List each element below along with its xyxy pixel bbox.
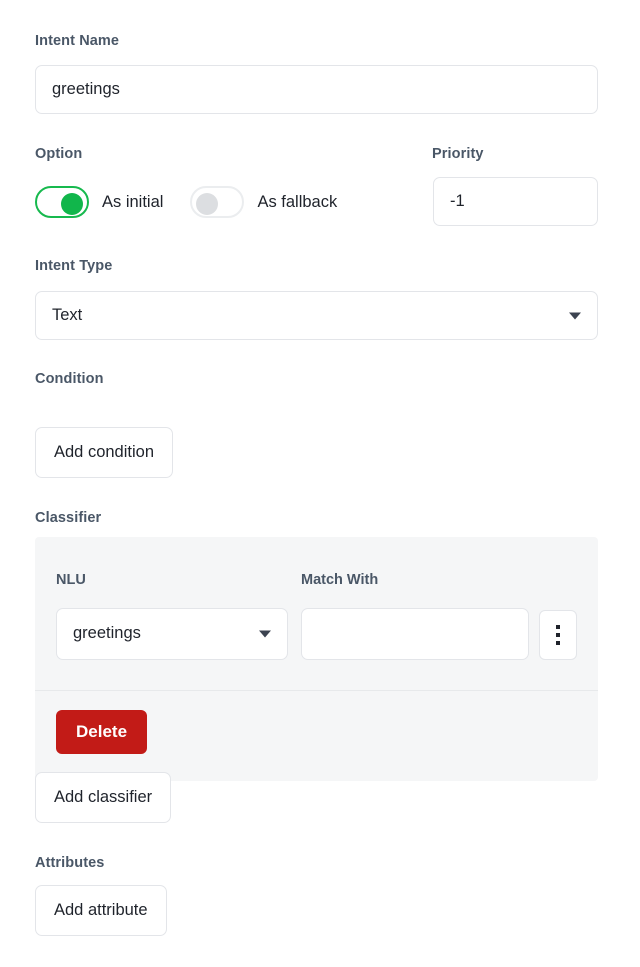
- classifier-row: NLU greetings Match With: [35, 537, 598, 690]
- match-with-label: Match With: [301, 572, 379, 588]
- nlu-select[interactable]: greetings: [56, 607, 288, 660]
- classifier-panel: NLU greetings Match With Delete: [35, 537, 598, 781]
- as-initial-label: As initial: [102, 192, 164, 211]
- add-attribute-button[interactable]: Add attribute: [35, 885, 167, 936]
- match-with-input[interactable]: [301, 607, 529, 660]
- intent-name-label: Intent Name: [35, 33, 120, 49]
- match-with-column: Match With: [301, 573, 577, 660]
- add-condition-button[interactable]: Add condition: [35, 427, 173, 478]
- classifier-actions: Delete: [35, 691, 598, 781]
- toggle-knob: [196, 193, 219, 215]
- chevron-down-icon: [569, 312, 581, 319]
- kebab-dot: [556, 632, 560, 637]
- option-label: Option: [35, 146, 83, 162]
- priority-input[interactable]: -1: [433, 177, 598, 226]
- intent-type-label: Intent Type: [35, 258, 113, 274]
- kebab-dot: [556, 624, 560, 629]
- kebab-dot: [556, 640, 560, 645]
- classifier-label: Classifier: [35, 510, 102, 526]
- option-toggle-row: As initial As fallback: [35, 186, 337, 218]
- as-fallback-toggle[interactable]: [190, 186, 245, 218]
- intent-configuration-form: Intent Name greetings Option Priority As…: [0, 0, 640, 936]
- nlu-label: NLU: [56, 572, 86, 588]
- match-with-field-wrap: Match With: [301, 573, 529, 660]
- attributes-label: Attributes: [35, 855, 105, 871]
- condition-label: Condition: [35, 371, 104, 387]
- intent-type-value: Text: [52, 306, 83, 324]
- as-fallback-label: As fallback: [257, 192, 338, 211]
- toggle-knob: [61, 193, 83, 215]
- priority-label: Priority: [432, 146, 484, 162]
- kebab-menu-icon[interactable]: [539, 609, 577, 660]
- intent-type-select[interactable]: Text: [35, 291, 598, 340]
- nlu-value: greetings: [73, 624, 141, 642]
- chevron-down-icon: [259, 630, 271, 637]
- add-classifier-button[interactable]: Add classifier: [35, 772, 172, 823]
- nlu-column: NLU greetings: [56, 573, 288, 660]
- delete-classifier-button[interactable]: Delete: [56, 709, 148, 754]
- intent-name-input[interactable]: greetings: [35, 65, 598, 114]
- as-initial-toggle[interactable]: [35, 186, 89, 218]
